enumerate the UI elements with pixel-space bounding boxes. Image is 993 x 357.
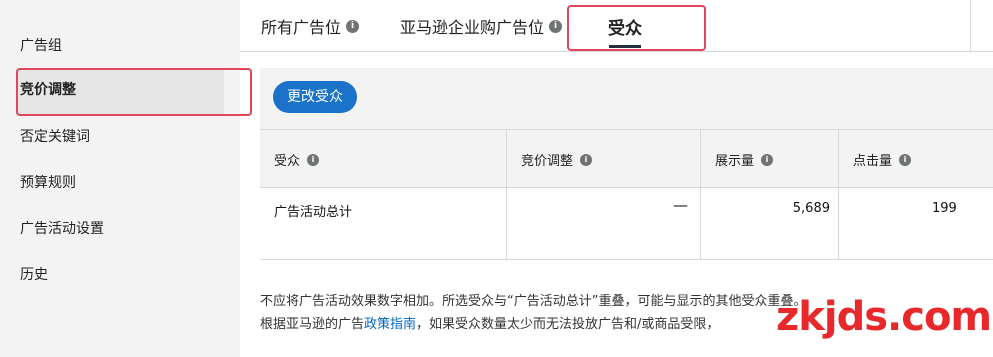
sidebar-highlight-box — [16, 68, 252, 116]
column-header-bid-adjustment[interactable]: 竞价调整 i — [507, 129, 701, 187]
column-header-label: 竞价调整 — [521, 154, 574, 169]
column-header-label: 点击量 — [853, 154, 893, 169]
tab-highlight-box — [567, 5, 706, 51]
info-icon[interactable]: i — [549, 19, 563, 33]
sidebar-item-campaign-settings[interactable]: 广告活动设置 — [20, 218, 104, 238]
info-icon[interactable]: i — [580, 153, 593, 166]
cell-impressions: 5,689 — [792, 201, 830, 216]
table-row: 广告活动总计 — [260, 187, 507, 260]
footnote-line-1: 不应将广告活动效果数字相加。所选受众与“广告活动总计”重叠，可能与显示的其他受众… — [260, 294, 807, 309]
change-audience-button[interactable]: 更改受众 — [273, 81, 357, 113]
column-header-label: 展示量 — [715, 154, 755, 169]
sidebar: 广告组 竞价调整 否定关键词 预算规则 广告活动设置 历史 — [0, 0, 240, 357]
divider — [970, 0, 971, 52]
table-cell: 199 — [839, 187, 993, 260]
watermark: zkjds.com — [776, 294, 992, 340]
info-icon[interactable]: i — [346, 19, 360, 33]
sidebar-item-negative-keywords[interactable]: 否定关键词 — [20, 126, 90, 146]
divider — [260, 259, 993, 260]
table-cell: — — [507, 187, 701, 260]
tab-business-placements-label: 亚马逊企业购广告位 — [400, 18, 545, 37]
tab-bar: 所有广告位 i 亚马逊企业购广告位 i 受众 — [240, 0, 993, 52]
column-header-impressions[interactable]: 展示量 i — [701, 129, 839, 187]
column-header-audience[interactable]: 受众 i — [260, 129, 507, 187]
tab-business-placements[interactable]: 亚马逊企业购广告位 i — [400, 14, 563, 38]
tab-all-placements[interactable]: 所有广告位 i — [261, 14, 360, 38]
table-cell: 5,689 — [701, 187, 839, 260]
cell-clicks: 199 — [932, 201, 957, 216]
footnote-line-2: 根据亚马逊的广告政策指南，如果受众数量太少而无法投放广告和/或商品受限， — [260, 313, 719, 332]
policy-guide-link[interactable]: 政策指南 — [364, 317, 416, 332]
cell-bid-adjustment: — — [673, 196, 688, 214]
sidebar-item-ad-groups[interactable]: 广告组 — [20, 35, 62, 55]
info-icon[interactable]: i — [761, 153, 774, 166]
column-header-label: 受众 — [274, 154, 301, 169]
info-icon[interactable]: i — [899, 153, 912, 166]
info-icon[interactable]: i — [307, 153, 320, 166]
audience-table: 受众 i 竞价调整 i 展示量 i 点击量 i 广告活动总计 — 5,689 1… — [260, 129, 993, 260]
cell-audience: 广告活动总计 — [274, 205, 353, 220]
footnote-text: 根据亚马逊的广告 — [260, 317, 365, 332]
tab-all-placements-label: 所有广告位 — [261, 18, 342, 37]
footnote-text: ，如果受众数量太少而无法投放广告和/或商品受限， — [416, 317, 720, 332]
sidebar-item-budget-rules[interactable]: 预算规则 — [20, 172, 76, 192]
column-header-clicks[interactable]: 点击量 i — [839, 129, 993, 187]
sidebar-item-history[interactable]: 历史 — [20, 264, 48, 284]
